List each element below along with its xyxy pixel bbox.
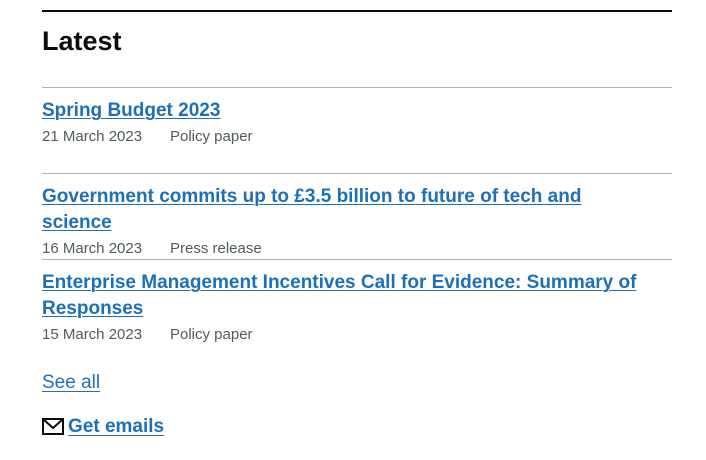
item-date: 16 March 2023 xyxy=(42,240,143,257)
item-type: Policy paper xyxy=(170,326,253,343)
item-meta: 16 March 2023 Press release xyxy=(42,239,672,259)
list-item: Enterprise Management Incentives Call fo… xyxy=(42,259,672,355)
list-item: Spring Budget 2023 21 March 2023 Policy p… xyxy=(42,87,672,173)
item-meta: 21 March 2023 Policy paper xyxy=(42,127,672,147)
item-date: 21 March 2023 xyxy=(42,128,143,145)
item-title-wrap: Enterprise Management Incentives Call fo… xyxy=(42,270,642,322)
item-meta: 15 March 2023 Policy paper xyxy=(42,325,672,345)
latest-list: Spring Budget 2023 21 March 2023 Policy p… xyxy=(42,87,672,355)
get-emails-link[interactable]: Get emails xyxy=(42,414,164,439)
item-title-link[interactable]: Spring Budget 2023 xyxy=(42,100,220,121)
item-type: Press release xyxy=(170,240,262,257)
item-type: Policy paper xyxy=(170,128,253,145)
item-title-link[interactable]: Enterprise Management Incentives Call fo… xyxy=(42,272,636,319)
item-date: 15 March 2023 xyxy=(42,326,143,343)
see-all-link[interactable]: See all xyxy=(42,370,100,395)
list-item: Government commits up to £3.5 billion to… xyxy=(42,173,672,259)
item-title-link[interactable]: Government commits up to £3.5 billion to… xyxy=(42,186,581,233)
mail-icon xyxy=(42,418,64,435)
item-title-wrap: Spring Budget 2023 xyxy=(42,98,642,124)
item-title-wrap: Government commits up to £3.5 billion to… xyxy=(42,184,642,236)
get-emails-label[interactable]: Get emails xyxy=(68,414,164,439)
section-top-rule xyxy=(42,10,672,12)
section-title: Latest xyxy=(42,26,122,56)
